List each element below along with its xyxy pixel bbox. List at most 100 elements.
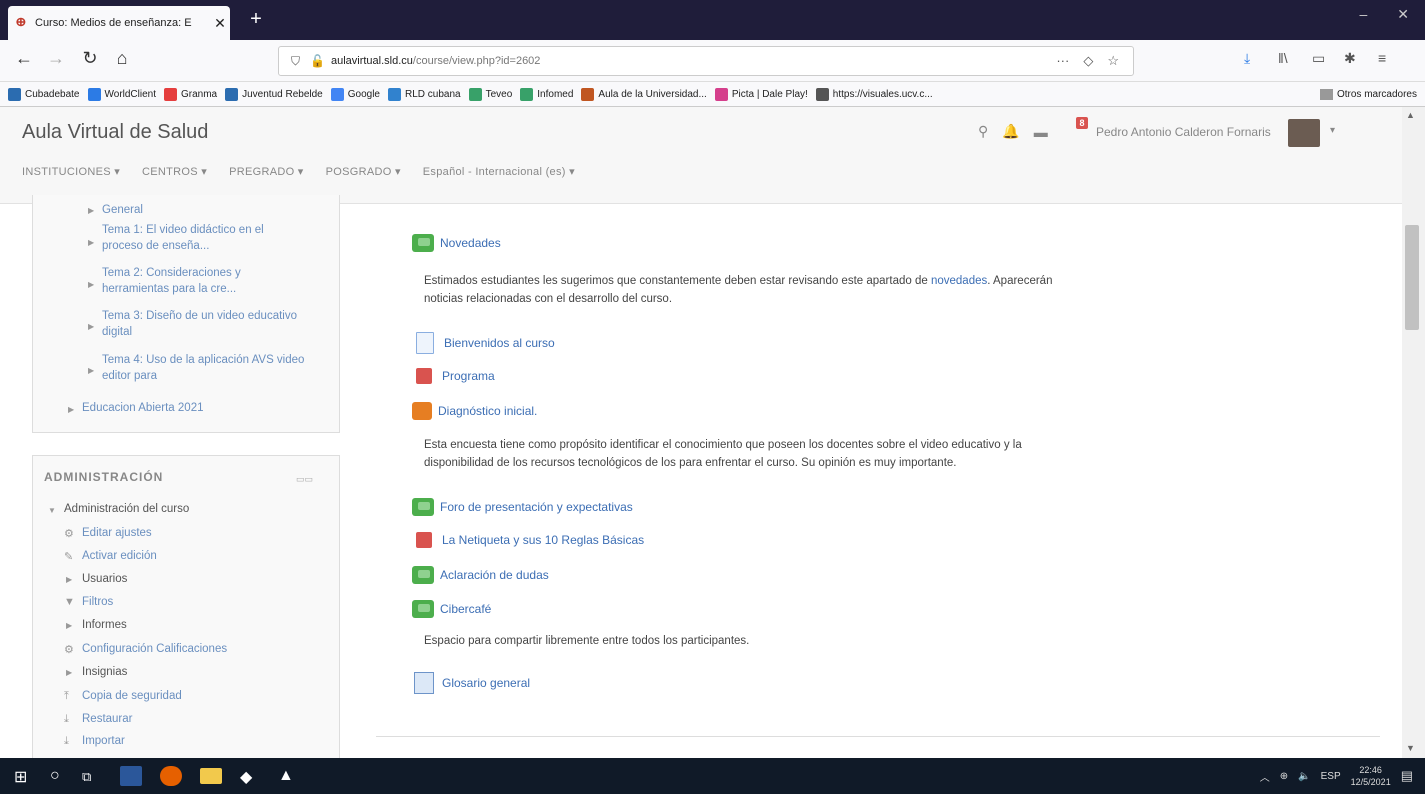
admin-item-restaurar[interactable]: Restaurar [82,711,133,727]
scrollbar-thumb[interactable] [1405,225,1419,330]
search-icon[interactable]: ⚲ [978,123,988,140]
expand-icon[interactable]: ▶ [68,405,74,414]
nav-item-tema-3[interactable]: Tema 3: Diseño de un video educativo dig… [102,308,302,340]
expand-icon[interactable]: ▶ [66,575,72,584]
notification-bell-icon[interactable]: 🔔 [1002,123,1019,140]
menu-pregrado[interactable]: PREGRADO ▾ [229,165,304,178]
block-dock-icon[interactable]: ▭▭ [296,474,313,485]
minimize-button[interactable]: – [1359,6,1367,23]
bookmark-item[interactable]: https://visuales.ucv.c... [815,87,933,101]
task-view-icon[interactable]: ⧉ [82,769,91,785]
extension-icon[interactable]: ✱ [1344,50,1356,67]
admin-item-activar-edicion[interactable]: Activar edición [82,548,157,564]
avatar[interactable] [1288,119,1320,147]
word-icon[interactable] [120,766,142,786]
admin-item-editar-ajustes[interactable]: Editar ajustes [82,525,152,541]
expand-icon[interactable]: ▶ [66,621,72,630]
activity-programa[interactable]: Programa [416,368,495,384]
scroll-up-icon[interactable]: ▲ [1406,110,1415,120]
expand-icon[interactable]: ▶ [66,668,72,677]
expand-icon[interactable]: ▶ [88,280,94,289]
bookmark-item[interactable]: Juventud Rebelde [225,87,323,101]
close-window-button[interactable]: ✕ [1397,6,1409,23]
download-icon[interactable]: ⤓ [1244,50,1250,67]
collapse-icon[interactable]: ▼ [48,506,56,515]
menu-icon[interactable]: ≡ [1378,50,1386,66]
admin-item-informes[interactable]: Informes [82,617,127,633]
bookmark-star-icon[interactable]: ☆ [1107,53,1119,69]
activity-bienvenidos[interactable]: Bienvenidos al curso [416,332,555,354]
shield-icon[interactable]: ⛉ [291,54,300,69]
home-icon[interactable]: ⌂ [110,48,134,69]
bookmark-item[interactable]: Infomed [520,87,573,101]
menu-posgrado[interactable]: POSGRADO ▾ [326,165,401,178]
activity-novedades[interactable]: Novedades [412,234,501,252]
back-icon[interactable]: ← [12,48,36,69]
nav-item-tema-4[interactable]: Tema 4: Uso de la aplicación AVS video e… [102,352,312,384]
url-bar[interactable]: ⛉ 🔓 aulavirtual.sld.cu/course/view.php?i… [278,46,1134,76]
bookmark-item[interactable]: Aula de la Universidad... [581,87,707,101]
bookmark-item[interactable]: RLD cubana [388,87,461,101]
notifications-icon[interactable]: ▤ [1401,768,1413,784]
activity-cibercafe[interactable]: Cibercafé [412,600,491,618]
forward-icon[interactable]: → [44,48,68,69]
app-icon[interactable]: ◆ [240,767,252,787]
bookmark-item[interactable]: Google [330,87,380,101]
clock[interactable]: 22:46 12/5/2021 [1351,764,1391,788]
sidebar-icon[interactable]: ▭ [1312,50,1325,67]
course-administration[interactable]: Administración del curso [64,501,189,517]
menu-centros[interactable]: CENTROS ▾ [142,165,207,178]
menu-language[interactable]: Español - Internacional (es) ▾ [423,165,575,178]
nav-item-tema-1[interactable]: Tema 1: El video didáctico en el proceso… [102,222,302,254]
library-icon[interactable]: ‖\ [1278,50,1288,66]
user-name[interactable]: Pedro Antonio Calderon Fornaris [1096,125,1271,139]
volume-icon[interactable]: 🔈 [1298,771,1310,782]
nav-item-tema-2[interactable]: Tema 2: Consideraciones y herramientas p… [102,265,302,297]
site-name[interactable]: Aula Virtual de Salud [22,121,208,144]
scrollbar[interactable] [1402,107,1425,758]
expand-icon[interactable]: ▶ [88,238,94,247]
admin-item-importar[interactable]: Importar [82,733,125,749]
search-icon[interactable]: ○ [50,767,60,785]
other-bookmarks[interactable]: Otros marcadores [1319,88,1417,100]
admin-item-usuarios[interactable]: Usuarios [82,571,127,587]
activity-diagnostico[interactable]: Diagnóstico inicial. [412,402,537,420]
scroll-down-icon[interactable]: ▼ [1406,743,1415,753]
new-tab-button[interactable]: + [244,8,268,31]
close-tab-icon[interactable]: ✕ [210,15,230,32]
nav-item-general[interactable]: General [102,202,143,218]
nav-item-educacion-abierta[interactable]: Educacion Abierta 2021 [82,400,203,416]
photos-icon[interactable]: ▲ [278,767,294,785]
user-menu-caret-icon[interactable]: ▾ [1330,125,1335,136]
file-explorer-icon[interactable] [200,768,222,784]
admin-item-insignias[interactable]: Insignias [82,664,127,680]
activity-glosario[interactable]: Glosario general [414,672,530,694]
bookmark-item[interactable]: Cubadebate [8,87,80,101]
chevron-up-icon[interactable]: ︿ [1260,769,1270,784]
bookmark-item[interactable]: Teveo [468,87,512,101]
expand-icon[interactable]: ▶ [88,366,94,375]
expand-icon[interactable]: ▶ [88,206,94,215]
reload-icon[interactable]: ↻ [78,48,102,69]
firefox-icon[interactable] [160,766,182,786]
windows-start-icon[interactable]: ⊞ [14,767,27,787]
page-actions-icon[interactable]: ··· [1056,53,1069,69]
browser-tab[interactable]: ⴲ Curso: Medios de enseñanza: E ✕ [8,6,230,40]
admin-item-filtros[interactable]: Filtros [82,594,113,610]
menu-instituciones[interactable]: INSTITUCIONES ▾ [22,165,120,178]
messages-icon[interactable]: ▬ [1034,124,1048,140]
network-icon[interactable]: ⊕ [1280,771,1288,782]
novedades-link[interactable]: novedades [931,275,987,287]
admin-item-copia-seguridad[interactable]: Copia de seguridad [82,688,182,704]
activity-aclaracion-dudas[interactable]: Aclaración de dudas [412,566,549,584]
expand-icon[interactable]: ▶ [88,322,94,331]
bookmark-item[interactable]: Granma [164,87,217,101]
activity-netiqueta[interactable]: La Netiqueta y sus 10 Reglas Básicas [416,532,644,548]
activity-foro-presentacion[interactable]: Foro de presentación y expectativas [412,498,633,516]
pocket-icon[interactable]: ◇ [1083,53,1093,69]
admin-item-configuracion-calificaciones[interactable]: Configuración Calificaciones [82,641,227,657]
language-indicator[interactable]: ESP [1321,771,1341,782]
insecure-lock-icon[interactable]: 🔓 [310,54,325,68]
bookmark-item[interactable]: WorldClient [87,87,156,101]
bookmark-item[interactable]: Picta | Dale Play! [714,87,808,101]
